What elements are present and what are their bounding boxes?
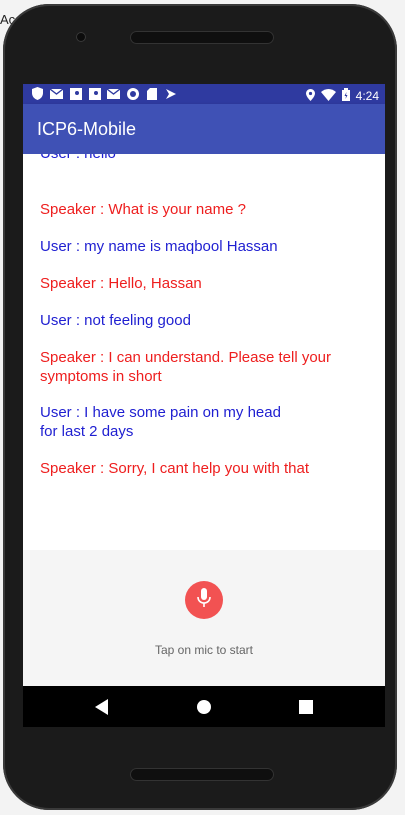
wifi-icon — [320, 86, 336, 105]
mic-hint-text: Tap on mic to start — [154, 643, 254, 657]
user-message: User : hello — [40, 154, 360, 163]
app-title: ICP6-Mobile — [37, 119, 137, 139]
battery-icon — [341, 86, 350, 105]
recents-icon[interactable] — [297, 698, 315, 716]
device-screen: 4:24 ICP6-Mobile User : hello Speaker : … — [23, 84, 385, 727]
front-camera — [76, 32, 86, 42]
earpiece-grille — [130, 31, 274, 44]
location-icon — [305, 86, 315, 105]
user-message: User : I have some pain on my head for l… — [40, 404, 281, 440]
mail-icon — [50, 87, 63, 100]
map-icon — [88, 87, 101, 100]
shield-icon — [31, 87, 44, 100]
assistant-icon — [164, 87, 177, 100]
speaker-message: Speaker : What is your name ? — [40, 201, 246, 218]
app-bar: ICP6-Mobile — [23, 104, 385, 154]
mail-icon — [107, 87, 120, 100]
home-icon[interactable] — [195, 698, 213, 716]
sd-card-icon — [145, 87, 158, 100]
user-message: User : not feeling good — [40, 312, 191, 329]
user-message: User : my name is maqbool Hassan — [40, 238, 278, 255]
notification-icons — [31, 87, 177, 100]
bottom-speaker-grille — [130, 768, 274, 781]
navigation-bar — [23, 686, 385, 727]
microphone-icon — [196, 587, 212, 613]
speaker-message: Speaker : I can understand. Please tell … — [40, 349, 332, 385]
circle-icon — [126, 87, 139, 100]
map-icon — [69, 87, 82, 100]
back-icon[interactable] — [93, 698, 111, 716]
chat-log[interactable]: User : hello Speaker : What is your name… — [23, 154, 385, 550]
speaker-message: Speaker : Sorry, I cant help you with th… — [40, 460, 310, 477]
status-time: 4:24 — [355, 88, 379, 103]
status-bar: 4:24 — [23, 84, 385, 104]
system-indicators: 4:24 — [305, 86, 379, 105]
voice-input-panel: Tap on mic to start — [23, 550, 385, 686]
mic-button[interactable] — [185, 581, 223, 619]
speaker-message: Speaker : Hello, Hassan — [40, 275, 202, 292]
phone-frame: 4:24 ICP6-Mobile User : hello Speaker : … — [3, 4, 397, 810]
